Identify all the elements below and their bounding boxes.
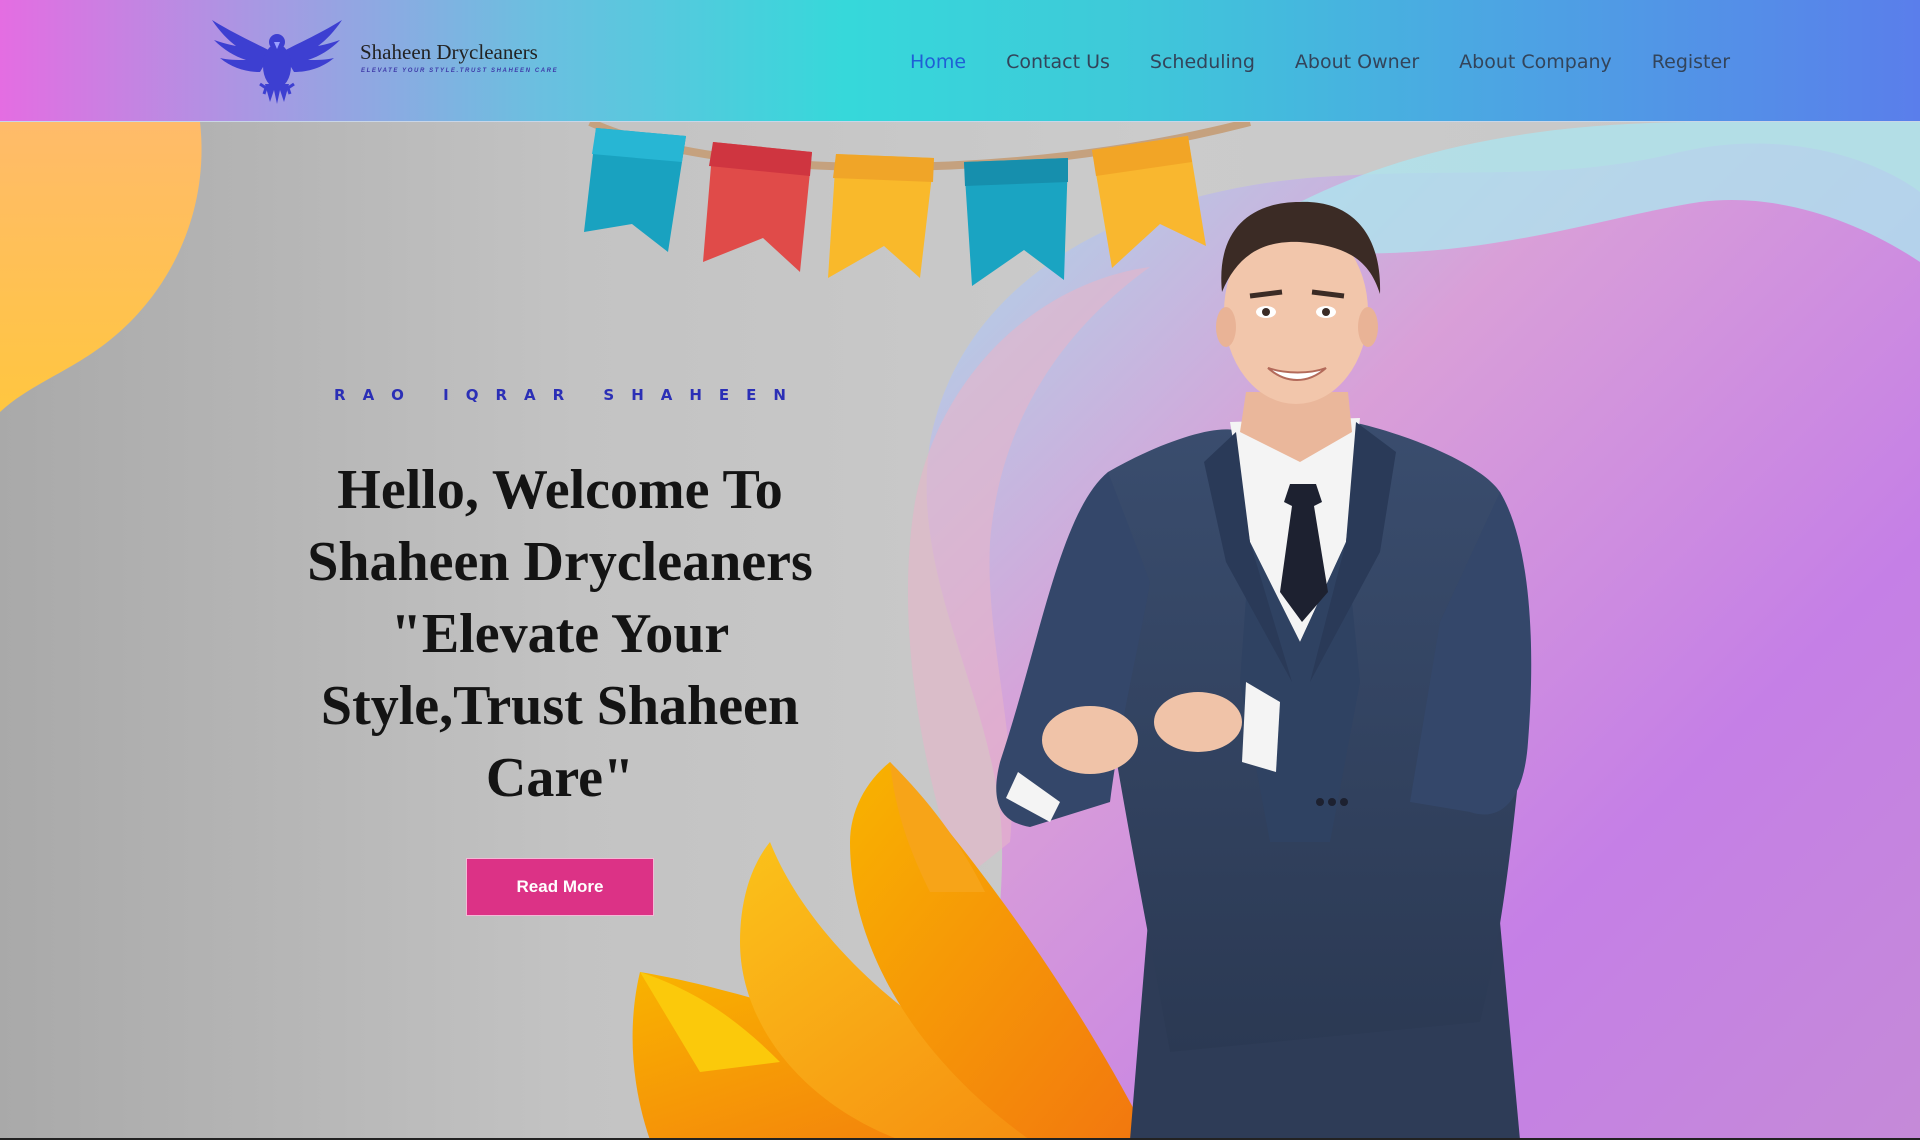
nav-scheduling[interactable]: Scheduling bbox=[1130, 0, 1275, 122]
nav-about-company[interactable]: About Company bbox=[1439, 0, 1632, 122]
nav-contact-us[interactable]: Contact Us bbox=[986, 0, 1130, 122]
hero-headline: Hello, Welcome To Shaheen Drycleaners "E… bbox=[307, 459, 813, 809]
hero-text-block: RAO IQRAR SHAHEEN Hello, Welcome To Shah… bbox=[260, 386, 860, 916]
brand-logo[interactable]: Shaheen Drycleaners ELEVATE YOUR STYLE.T… bbox=[210, 18, 557, 104]
hero-subtitle: RAO IQRAR SHAHEEN bbox=[334, 386, 803, 404]
brand-name: Shaheen Drycleaners bbox=[360, 40, 538, 64]
read-more-button[interactable]: Read More bbox=[466, 858, 654, 916]
hero-section: RAO IQRAR SHAHEEN Hello, Welcome To Shah… bbox=[0, 122, 1920, 1140]
brand-tagline: ELEVATE YOUR STYLE.TRUST SHAHEEN CARE bbox=[361, 68, 559, 74]
nav-register[interactable]: Register bbox=[1632, 0, 1750, 122]
site-header: Shaheen Drycleaners ELEVATE YOUR STYLE.T… bbox=[0, 0, 1920, 122]
nav-home[interactable]: Home bbox=[890, 0, 986, 122]
eagle-icon bbox=[212, 20, 342, 104]
main-nav: Home Contact Us Scheduling About Owner A… bbox=[890, 0, 1750, 122]
nav-about-owner[interactable]: About Owner bbox=[1275, 0, 1439, 122]
